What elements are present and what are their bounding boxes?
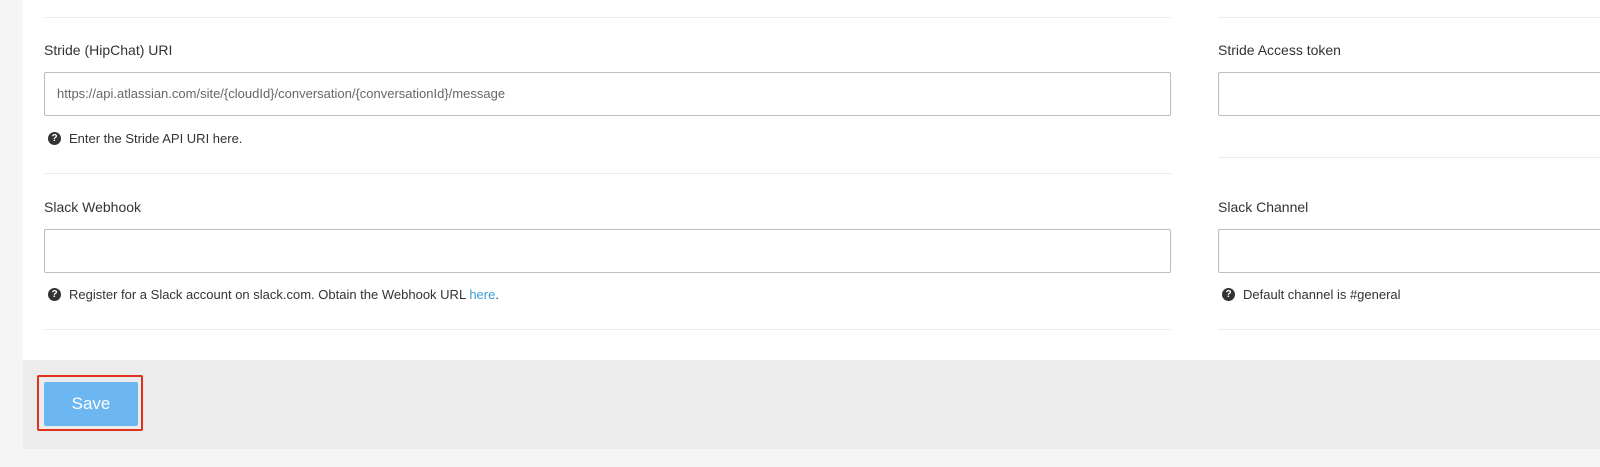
- slack-channel-help: ? Default channel is #general: [1222, 287, 1401, 302]
- question-circle-icon: ?: [48, 288, 61, 301]
- slack-channel-label: Slack Channel: [1218, 199, 1309, 215]
- slack-webhook-help-text: Register for a Slack account on slack.co…: [69, 287, 470, 302]
- slack-channel-input[interactable]: [1218, 229, 1600, 273]
- stride-uri-label: Stride (HipChat) URI: [44, 42, 173, 58]
- question-circle-icon: ?: [48, 132, 61, 145]
- divider: [1218, 329, 1600, 330]
- divider: [44, 17, 1171, 18]
- stride-uri-help: ? Enter the Stride API URI here.: [48, 131, 242, 146]
- save-button[interactable]: Save: [44, 382, 138, 426]
- webhook-help-link[interactable]: here: [469, 287, 495, 302]
- stride-token-input[interactable]: [1218, 72, 1600, 116]
- slack-webhook-input[interactable]: [44, 229, 1171, 273]
- slack-webhook-label: Slack Webhook: [44, 199, 142, 215]
- slack-webhook-help-suffix: .: [495, 287, 499, 302]
- stride-uri-input[interactable]: https://api.atlassian.com/site/{cloudId}…: [44, 72, 1171, 116]
- slack-channel-help-text: Default channel is #general: [1243, 287, 1401, 302]
- question-circle-icon: ?: [1222, 288, 1235, 301]
- settings-panel: [23, 0, 1600, 360]
- divider: [44, 173, 1171, 174]
- divider: [1218, 157, 1600, 158]
- divider: [1218, 17, 1600, 18]
- stride-token-label: Stride Access token: [1218, 42, 1341, 58]
- divider: [44, 329, 1171, 330]
- slack-webhook-help: ? Register for a Slack account on slack.…: [48, 287, 499, 302]
- stride-uri-help-text: Enter the Stride API URI here.: [69, 131, 243, 146]
- form-footer: [23, 360, 1600, 449]
